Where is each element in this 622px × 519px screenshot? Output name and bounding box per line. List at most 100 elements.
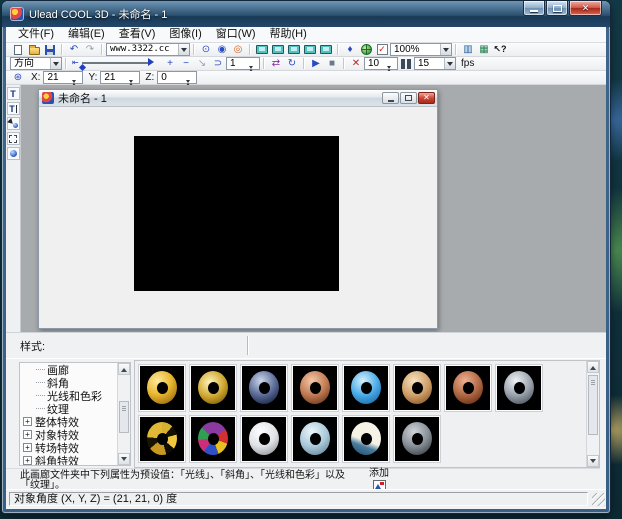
x-spinbox[interactable]: 21 bbox=[43, 71, 83, 84]
insert-text-button[interactable]: T bbox=[7, 87, 20, 100]
fps-combo-dropdown[interactable] bbox=[444, 58, 455, 69]
frame-rate-button[interactable] bbox=[398, 57, 414, 70]
gallery-scrollbar[interactable] bbox=[586, 361, 599, 467]
menu-window[interactable]: 窗口(W) bbox=[209, 27, 263, 42]
paint-button[interactable]: ♦ bbox=[342, 43, 358, 56]
arc-path-button[interactable]: ⊃ bbox=[210, 57, 226, 70]
tree-scrollbar[interactable] bbox=[117, 363, 130, 465]
sphere-tool-button[interactable] bbox=[7, 147, 20, 160]
export-web-button[interactable]: ▥ bbox=[460, 43, 476, 56]
slider-thumb[interactable] bbox=[79, 64, 86, 71]
menu-image[interactable]: 图像(I) bbox=[162, 27, 208, 42]
gallery-thumbnail[interactable] bbox=[138, 364, 186, 412]
gallery-thumbnail[interactable] bbox=[138, 415, 186, 463]
gallery-thumbnail[interactable] bbox=[291, 364, 339, 412]
viewport-size-button-2[interactable] bbox=[270, 43, 286, 56]
expand-plus-icon[interactable]: + bbox=[23, 417, 32, 426]
menu-file[interactable]: 文件(F) bbox=[11, 27, 61, 42]
render-area[interactable] bbox=[134, 136, 339, 291]
fps-combo[interactable]: 15 bbox=[414, 57, 456, 70]
gallery-thumbnail[interactable] bbox=[342, 364, 390, 412]
zoom-combo-dropdown[interactable] bbox=[440, 44, 451, 55]
direction-combo[interactable]: 方向 bbox=[10, 57, 62, 70]
redo-button[interactable]: ↷ bbox=[82, 43, 98, 56]
menu-help[interactable]: 帮助(H) bbox=[263, 27, 314, 42]
selection-button[interactable] bbox=[7, 132, 20, 145]
context-help-button[interactable]: ↖? bbox=[492, 43, 508, 56]
viewport-size-button-3[interactable] bbox=[286, 43, 302, 56]
reverse-button[interactable]: ↘ bbox=[194, 57, 210, 70]
rotate-object-button[interactable]: ⊙ bbox=[198, 43, 214, 56]
edit-text-button[interactable]: T bbox=[7, 102, 20, 115]
tree-item-gallery[interactable]: 画廊 bbox=[20, 363, 130, 376]
viewport-size-button-4[interactable] bbox=[302, 43, 318, 56]
render-button[interactable]: ◎ bbox=[230, 43, 246, 56]
add-style-button[interactable]: 添加 bbox=[364, 469, 394, 491]
open-button[interactable] bbox=[26, 43, 42, 56]
document-window[interactable]: 未命名 - 1 ✕ bbox=[38, 89, 438, 329]
close-button[interactable]: ✕ bbox=[569, 1, 602, 16]
resize-grip[interactable] bbox=[592, 493, 605, 506]
gallery-thumbnail[interactable] bbox=[495, 364, 543, 412]
gallery-thumbnail[interactable] bbox=[444, 364, 492, 412]
loop-cycle-button[interactable]: ↻ bbox=[284, 57, 300, 70]
expand-plus-icon[interactable]: + bbox=[23, 456, 32, 465]
scroll-down-button[interactable] bbox=[118, 453, 130, 465]
stop-button[interactable]: ■ bbox=[324, 57, 340, 70]
document-minimize-button[interactable] bbox=[382, 92, 399, 104]
menu-edit[interactable]: 编辑(E) bbox=[61, 27, 112, 42]
undo-button[interactable]: ↶ bbox=[66, 43, 82, 56]
save-button[interactable] bbox=[42, 43, 58, 56]
expand-plus-icon[interactable]: + bbox=[23, 443, 32, 452]
title-bar[interactable]: Ulead COOL 3D - 未命名 - 1 ✕ bbox=[2, 1, 610, 27]
gallery-thumbnail[interactable] bbox=[393, 415, 441, 463]
zoom-combo[interactable]: 100% bbox=[390, 43, 452, 56]
scroll-up-button[interactable] bbox=[587, 361, 599, 373]
gallery-thumbnail[interactable] bbox=[291, 415, 339, 463]
trim-button[interactable]: ✕ bbox=[348, 57, 364, 70]
frame-spinbox[interactable]: 1 bbox=[226, 57, 260, 70]
slider-track[interactable] bbox=[82, 62, 150, 64]
direction-combo-dropdown[interactable] bbox=[50, 58, 61, 69]
fps-label: fps bbox=[461, 58, 474, 69]
gallery-thumbnail[interactable] bbox=[189, 415, 237, 463]
add-keyframe-button[interactable]: + bbox=[162, 57, 178, 70]
gallery-thumbnail[interactable] bbox=[240, 415, 288, 463]
scroll-up-button[interactable] bbox=[118, 363, 130, 375]
web-button[interactable] bbox=[358, 43, 374, 56]
menu-view[interactable]: 查看(V) bbox=[112, 27, 163, 42]
gallery-thumbnail[interactable] bbox=[393, 364, 441, 412]
url-combo-dropdown[interactable] bbox=[178, 44, 189, 55]
insert-graphics-button[interactable] bbox=[7, 117, 20, 130]
remove-keyframe-button[interactable]: − bbox=[178, 57, 194, 70]
new-document-button[interactable] bbox=[10, 43, 26, 56]
gallery-thumbnail[interactable] bbox=[240, 364, 288, 412]
options-button[interactable]: ✓ bbox=[374, 43, 390, 56]
document-maximize-button[interactable] bbox=[400, 92, 417, 104]
tree-item-light-color[interactable]: 光线和色彩 bbox=[20, 389, 130, 402]
y-spinbox[interactable]: 21 bbox=[100, 71, 140, 84]
select-object-button[interactable]: ◉ bbox=[214, 43, 230, 56]
frames-total-spinbox[interactable]: 10 bbox=[364, 57, 398, 70]
maximize-button[interactable] bbox=[546, 1, 568, 16]
document-canvas[interactable] bbox=[40, 107, 436, 327]
document-title-bar[interactable]: 未命名 - 1 ✕ bbox=[39, 90, 437, 107]
scrollbar-thumb[interactable] bbox=[119, 401, 129, 433]
scrollbar-thumb[interactable] bbox=[588, 375, 598, 435]
export-image-button[interactable]: ▦ bbox=[476, 43, 492, 56]
document-close-button[interactable]: ✕ bbox=[418, 92, 435, 104]
gallery-thumbnail[interactable] bbox=[189, 364, 237, 412]
minimize-button[interactable] bbox=[523, 1, 545, 16]
play-button[interactable]: ▶ bbox=[308, 57, 324, 70]
z-spinbox[interactable]: 0 bbox=[157, 71, 197, 84]
url-combo[interactable]: www.3322.cc bbox=[106, 43, 190, 56]
viewport-size-button-5[interactable] bbox=[318, 43, 334, 56]
loop-swap-button[interactable]: ⇄ bbox=[268, 57, 284, 70]
expand-plus-icon[interactable]: + bbox=[23, 430, 32, 439]
rotate-3d-button[interactable]: ⊛ bbox=[10, 71, 26, 84]
tree-item-bevel-effects[interactable]: +斜角特效 bbox=[20, 454, 130, 466]
viewport-size-button-1[interactable] bbox=[254, 43, 270, 56]
gallery-thumbnail[interactable] bbox=[342, 415, 390, 463]
timeline-slider[interactable]: ⇤ bbox=[72, 57, 160, 70]
scroll-down-button[interactable] bbox=[587, 455, 599, 467]
